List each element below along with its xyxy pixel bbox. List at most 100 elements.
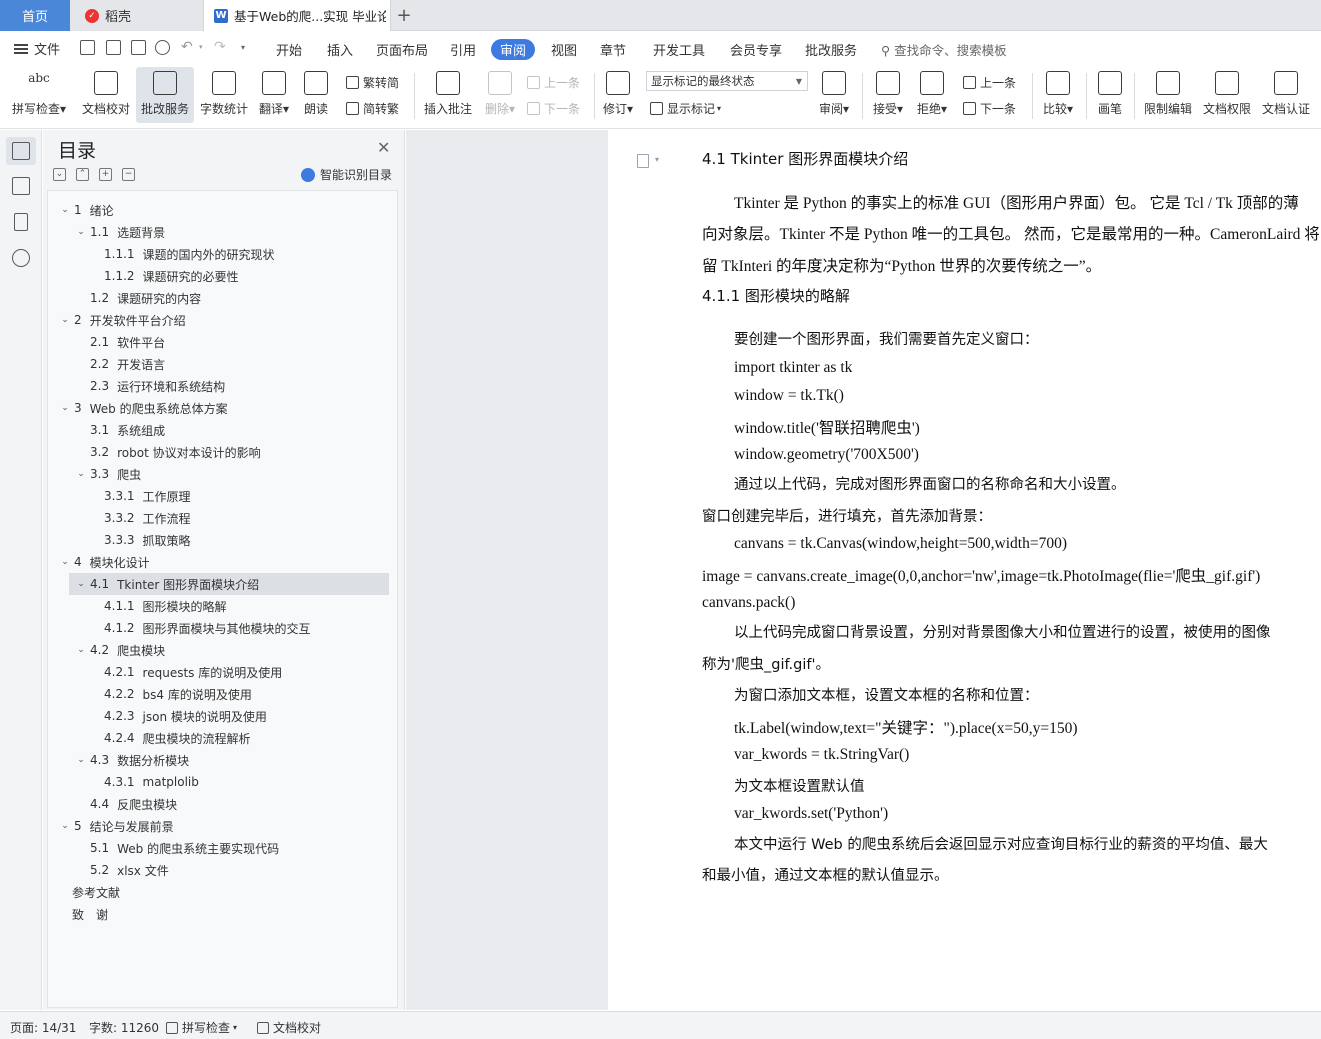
export-pdf-icon[interactable] [106,40,121,55]
restrict-editing-button[interactable]: 限制编辑 [1140,67,1196,123]
status-spell-check[interactable]: 拼写检查 ▾ [166,1019,237,1036]
menu-correction-service[interactable]: 批改服务 [805,40,857,59]
track-changes-button[interactable]: 修订▾ [598,67,638,123]
menu-dev-tools[interactable]: 开发工具 [653,40,705,59]
menu-review-active[interactable]: 审阅 [491,39,535,60]
toc-item[interactable]: 4.2.1 requests 库的说明及使用 [48,661,397,683]
document-icon[interactable] [637,154,649,168]
chevron-down-icon[interactable]: ⌄ [58,205,72,215]
chevron-down-icon[interactable]: ⌄ [58,821,72,831]
toc-item[interactable]: 3.3.2 工作流程 [48,507,397,529]
tab-home[interactable]: 首页 [0,0,70,31]
menu-page-layout[interactable]: 页面布局 [376,40,428,59]
chevron-down-icon[interactable]: ⌄ [58,315,72,325]
toc-item[interactable]: ⌄ 2 开发软件平台介绍 [48,309,397,331]
pen-button[interactable]: 画笔 [1092,67,1128,123]
document-permission-button[interactable]: 文档权限 [1199,67,1255,123]
document-page[interactable]: ▾ 4.1 Tkinter 图形界面模块介绍 Tkinter 是 Python 的… [608,130,1321,1010]
outline-icon[interactable] [12,142,30,160]
compare-button[interactable]: 比较▾ [1038,67,1078,123]
toc-item[interactable]: ⌄ 3.3 爬虫 [48,463,397,485]
prev-change-button[interactable]: 上一条 [963,71,1016,93]
menu-references[interactable]: 引用 [450,40,476,59]
print-icon[interactable] [131,40,146,55]
toc-item[interactable]: 1.1.2 课题研究的必要性 [48,265,397,287]
chevron-down-icon[interactable]: ⌄ [74,469,88,479]
delete-comment-button[interactable]: 删除▾ [480,67,520,123]
toc-item[interactable]: ⌄ 3 Web 的爬虫系统总体方案 [48,397,397,419]
toc-item[interactable]: ⌄ 4 模块化设计 [48,551,397,573]
toc-item[interactable]: 3.3.1 工作原理 [48,485,397,507]
navigation-pane-icon[interactable] [12,177,30,195]
print-preview-icon[interactable] [155,40,170,55]
add-heading-icon[interactable]: + [99,168,112,181]
undo-icon[interactable]: ↶ [181,39,193,55]
collapse-all-icon[interactable]: ⌄ [53,168,66,181]
quick-access-dropdown-icon[interactable]: ▾ [241,43,245,52]
chevron-down-icon[interactable]: ⌄ [74,227,88,237]
toc-item[interactable]: ⌄ 1 绪论 [48,199,397,221]
toc-item[interactable]: 3.2 robot 协议对本设计的影响 [48,441,397,463]
review-service-button[interactable]: 批改服务 [136,67,194,123]
simplified-to-traditional-button[interactable]: 简转繁 [346,97,399,119]
read-aloud-button[interactable]: 朗读 [298,67,334,123]
toc-item[interactable]: 4.4 反爬虫模块 [48,793,397,815]
menu-membership[interactable]: 会员专享 [730,40,782,59]
toc-item[interactable]: ⌄ 5 结论与发展前景 [48,815,397,837]
markup-state-select[interactable]: 显示标记的最终状态 ▼ [646,71,808,91]
show-markup-button[interactable]: 显示标记 ▾ [650,97,721,119]
menu-start[interactable]: 开始 [276,40,302,59]
menu-insert[interactable]: 插入 [327,40,353,59]
chevron-down-icon[interactable]: ⌄ [58,403,72,413]
bookmark-icon[interactable] [14,213,28,231]
search-icon[interactable] [12,249,30,267]
status-proofread[interactable]: 文档校对 [257,1019,321,1036]
menu-view[interactable]: 视图 [551,40,577,59]
toc-item[interactable]: 4.2.4 爬虫模块的流程解析 [48,727,397,749]
next-comment-button[interactable]: 下一条 [527,97,580,119]
toc-item[interactable]: ⌄ 4.3 数据分析模块 [48,749,397,771]
toc-item[interactable]: 1.1.1 课题的国内外的研究现状 [48,243,397,265]
command-search[interactable]: ⚲ 查找命令、搜索模板 [881,40,1007,59]
menu-chapter[interactable]: 章节 [600,40,626,59]
chevron-down-icon[interactable]: ⌄ [74,579,88,589]
toc-item[interactable]: 4.2.2 bs4 库的说明及使用 [48,683,397,705]
accept-button[interactable]: 接受▾ [868,67,908,123]
toc-item[interactable]: 2.2 开发语言 [48,353,397,375]
toc-item[interactable]: 2.3 运行环境和系统结构 [48,375,397,397]
save-icon[interactable] [80,40,95,55]
word-count-button[interactable]: 字数统计 [196,67,252,123]
toc-item[interactable]: 2.1 软件平台 [48,331,397,353]
toc-item[interactable]: 1.2 课题研究的内容 [48,287,397,309]
undo-dropdown-icon[interactable]: ▾ [199,43,203,51]
chevron-down-icon[interactable]: ⌄ [58,557,72,567]
word-count-indicator[interactable]: 字数: 11260 [89,1019,159,1036]
chevron-down-icon[interactable]: ⌄ [74,645,88,655]
file-menu-button[interactable]: 文件 [14,39,60,58]
insert-comment-button[interactable]: 插入批注 [420,67,476,123]
traditional-to-simplified-button[interactable]: 繁转简 [346,71,399,93]
toc-item[interactable]: 4.1.2 图形界面模块与其他模块的交互 [48,617,397,639]
proofread-button[interactable]: 文档校对 [78,67,134,123]
toc-item[interactable]: 致 谢 [48,903,397,925]
prev-comment-button[interactable]: 上一条 [527,71,580,93]
toc-item[interactable]: 4.2.3 json 模块的说明及使用 [48,705,397,727]
chevron-down-icon[interactable]: ▾ [655,155,659,164]
toc-item[interactable]: 3.1 系统组成 [48,419,397,441]
reject-button[interactable]: 拒绝▾ [912,67,952,123]
redo-icon[interactable]: ↷ [214,39,226,55]
toc-item[interactable]: 4.3.1 matplolib [48,771,397,793]
expand-up-icon[interactable]: ⌃ [76,168,89,181]
translate-button[interactable]: 翻译▾ [254,67,294,123]
chevron-down-icon[interactable]: ⌄ [74,755,88,765]
toc-item[interactable]: 4.1.1 图形模块的略解 [48,595,397,617]
toc-item[interactable]: 5.2 xlsx 文件 [48,859,397,881]
toc-item[interactable]: ⌄ 4.1 Tkinter 图形界面模块介绍 [69,573,389,595]
review-pane-button[interactable]: 审阅▾ [814,67,854,123]
toc-item[interactable]: 5.1 Web 的爬虫系统主要实现代码 [48,837,397,859]
toc-item[interactable]: ⌄ 4.2 爬虫模块 [48,639,397,661]
smart-toc-button[interactable]: 智能识别目录 [301,166,392,183]
close-icon[interactable]: ✕ [377,138,390,157]
toc-item[interactable]: 参考文献 [48,881,397,903]
spell-check-button[interactable]: abc 拼写检查▾ [8,67,70,123]
